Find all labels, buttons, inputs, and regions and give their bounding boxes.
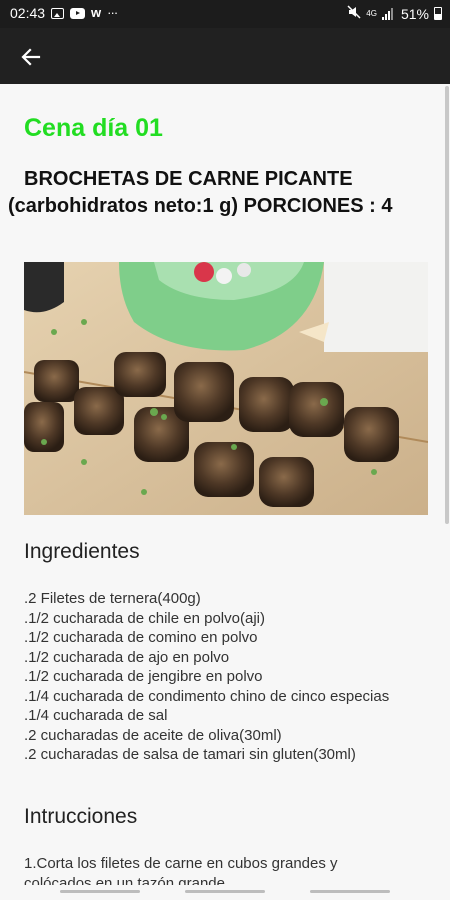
- recipe-content[interactable]: Cena día 01 BROCHETAS DE CARNE PICANTE (…: [0, 84, 450, 885]
- nav-line-right[interactable]: [310, 890, 390, 893]
- arrow-left-icon: [21, 48, 41, 66]
- battery-percent: 51%: [400, 5, 429, 22]
- scrollbar[interactable]: [445, 86, 449, 524]
- recipe-image: [24, 262, 428, 515]
- day-title: Cena día 01: [24, 114, 163, 142]
- status-bar: 02:43 w ··· 4G 51%: [0, 0, 450, 28]
- network-type: 4G: [366, 8, 377, 18]
- back-button[interactable]: [14, 40, 48, 74]
- youtube-icon: [70, 7, 86, 19]
- nav-line-left[interactable]: [60, 890, 140, 893]
- system-nav-bar: [0, 885, 450, 900]
- list-item: .1/2 cucharada de comino en polvo: [24, 629, 258, 646]
- list-item: .2 Filetes de ternera(400g): [24, 590, 201, 607]
- signal-icon: [381, 7, 396, 20]
- nav-line-center[interactable]: [185, 890, 265, 893]
- ingredients-heading: Ingredientes: [24, 540, 140, 563]
- mute-icon: [347, 5, 361, 22]
- instructions-text: 1.Corta los filetes de carne en cubos gr…: [24, 855, 338, 885]
- list-item: .2 cucharadas de salsa de tamari sin glu…: [24, 746, 356, 763]
- recipe-title: BROCHETAS DE CARNE PICANTE (carbohidrato…: [8, 168, 393, 217]
- app-toolbar: [0, 28, 450, 84]
- list-item: .1/4 cucharada de condimento chino de ci…: [24, 687, 390, 705]
- w-icon: w: [91, 5, 102, 20]
- status-right: 4G 51%: [347, 5, 442, 22]
- list-item: .1/2 cucharada de jengibre en polvo: [24, 668, 263, 685]
- list-item: .1/4 cucharada de sal: [24, 707, 168, 724]
- list-item: .2 cucharadas de aceite de oliva(30ml): [24, 726, 282, 744]
- status-time: 02:43: [10, 5, 46, 21]
- list-item: .1/2 cucharada de ajo en polvo: [24, 648, 230, 666]
- more-dots-icon: ···: [107, 5, 118, 20]
- ingredients-list: .2 Filetes de ternera(400g) .1/2 cuchara…: [24, 589, 424, 765]
- instructions-heading: Intrucciones: [24, 805, 138, 828]
- image-icon: [51, 7, 65, 19]
- list-item: .1/2 cucharada de chile en polvo(aji): [24, 609, 265, 627]
- battery-icon: [434, 7, 442, 20]
- status-left: 02:43 w ···: [10, 5, 118, 21]
